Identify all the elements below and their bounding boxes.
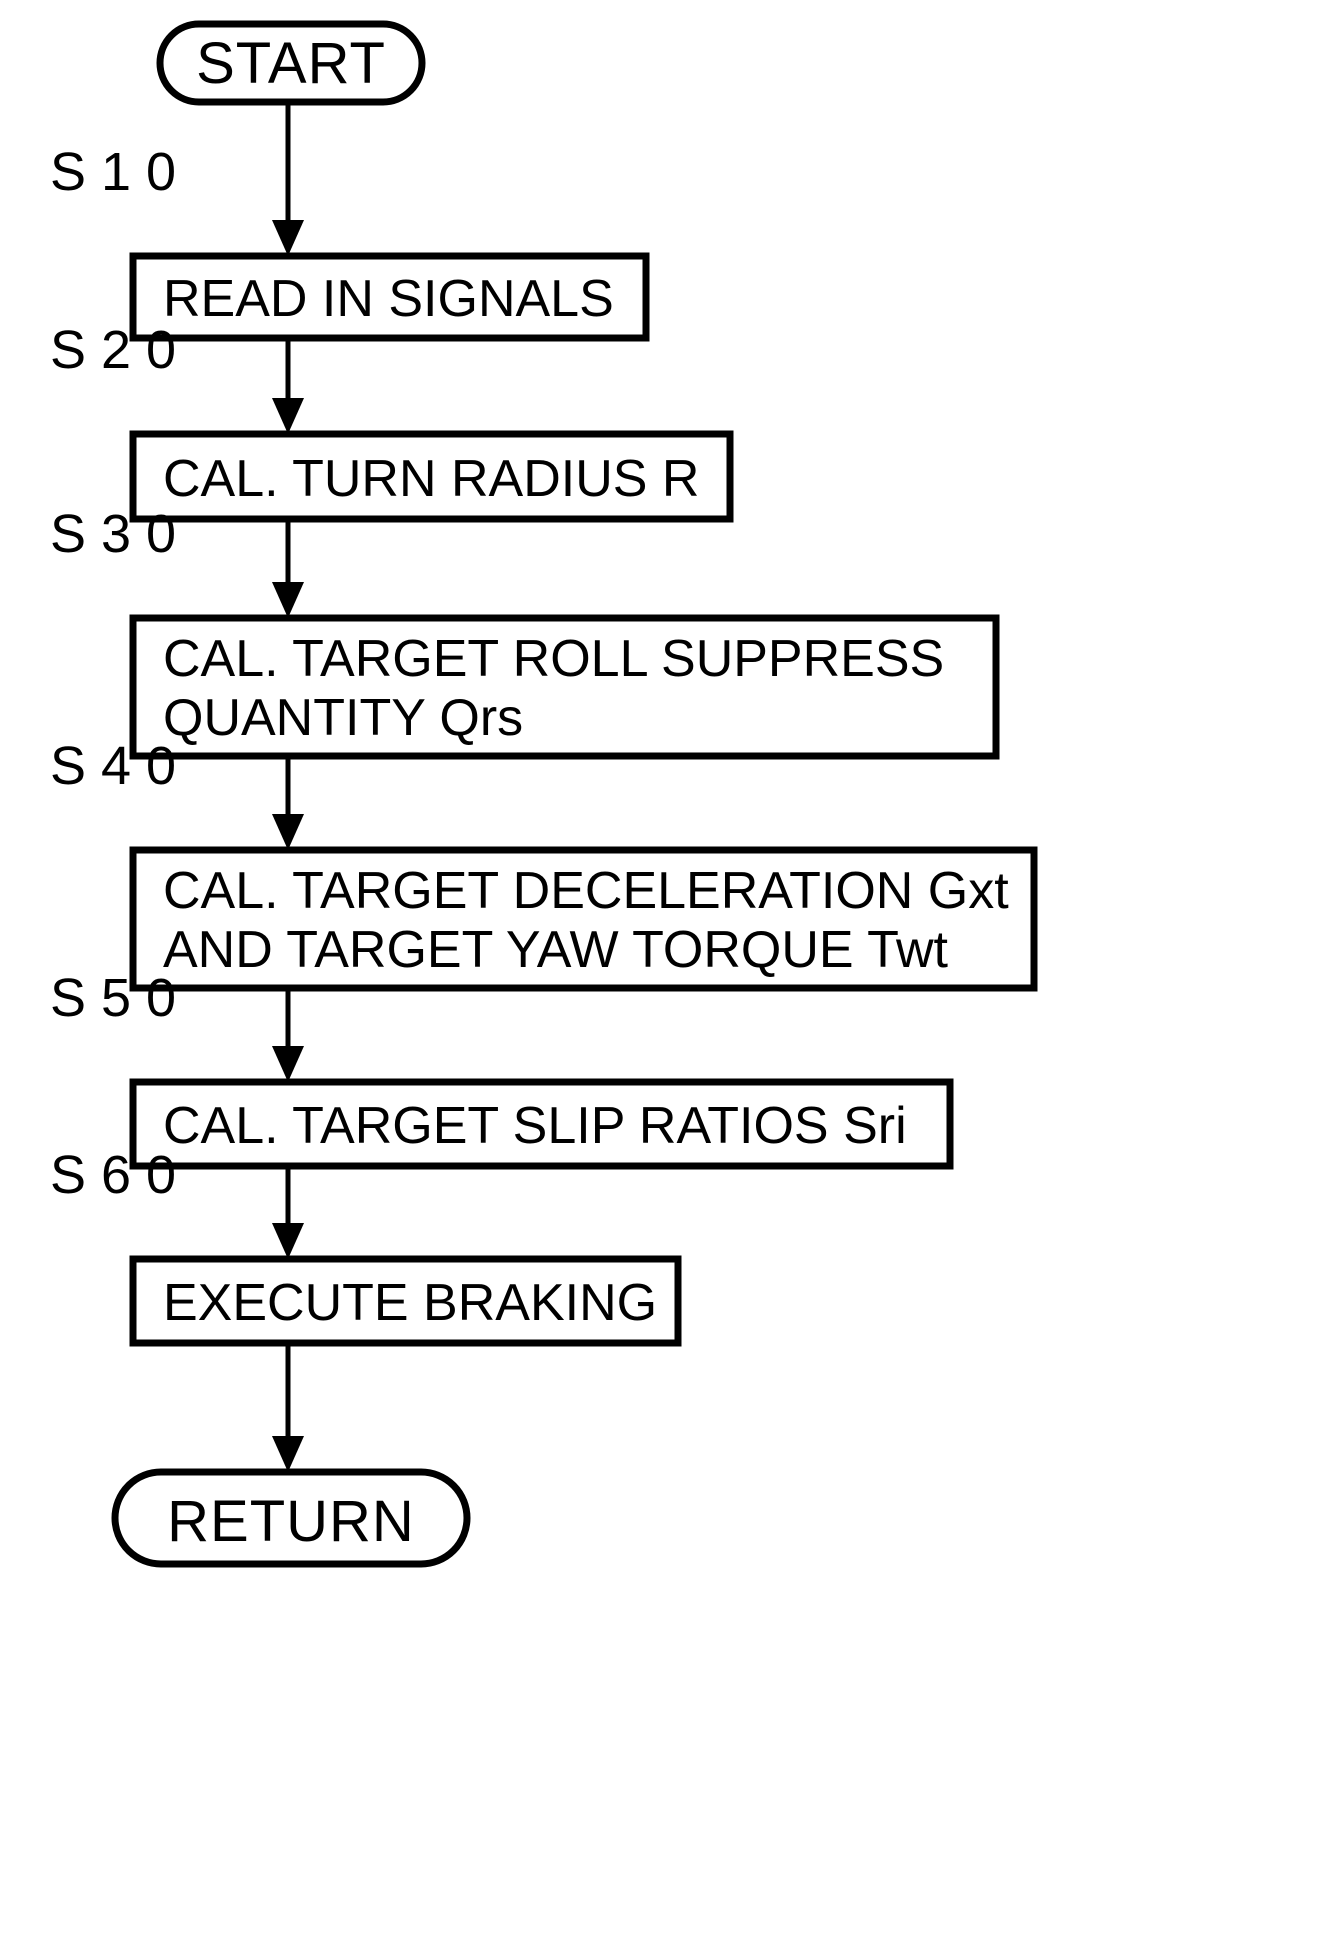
s20-label-line1: CAL. TURN RADIUS R xyxy=(163,450,699,508)
step-tag-s10: S 1 0 xyxy=(50,142,176,202)
s60-label-line1: EXECUTE BRAKING xyxy=(163,1274,657,1332)
step-tag-s40: S 4 0 xyxy=(50,736,176,796)
return-label: RETURN xyxy=(167,1489,415,1554)
connector-s40-to-s50 xyxy=(272,988,304,1082)
s30-label-line2: QUANTITY Qrs xyxy=(163,689,523,747)
step-tag-s20: S 2 0 xyxy=(50,320,176,380)
step-tag-s50: S 5 0 xyxy=(50,968,176,1028)
s40-label-line2: AND TARGET YAW TORQUE Twt xyxy=(163,921,949,979)
s50-label-line1: CAL. TARGET SLIP RATIOS Sri xyxy=(163,1097,907,1155)
flowchart-page: START S 1 0 S 2 0 S 3 0 S 4 0 S 5 0 S 6 … xyxy=(0,0,1340,1949)
connector-s50-to-s60 xyxy=(272,1166,304,1259)
step-tag-s30: S 3 0 xyxy=(50,504,176,564)
connector-s10-to-s20 xyxy=(272,338,304,434)
s10-label-line1: READ IN SIGNALS xyxy=(163,270,614,328)
s30-label-line1: CAL. TARGET ROLL SUPPRESS xyxy=(163,630,944,688)
connector-start-to-s10 xyxy=(272,102,304,256)
connector-s20-to-s30 xyxy=(272,519,304,618)
connector-s30-to-s40 xyxy=(272,756,304,850)
flowchart-canvas: START S 1 0 S 2 0 S 3 0 S 4 0 S 5 0 S 6 … xyxy=(50,20,1038,1568)
step-tag-s60: S 6 0 xyxy=(50,1145,176,1205)
s40-label-line1: CAL. TARGET DECELERATION Gxt xyxy=(163,862,1009,920)
start-label: START xyxy=(196,31,386,96)
connector-s60-to-return xyxy=(272,1343,304,1472)
